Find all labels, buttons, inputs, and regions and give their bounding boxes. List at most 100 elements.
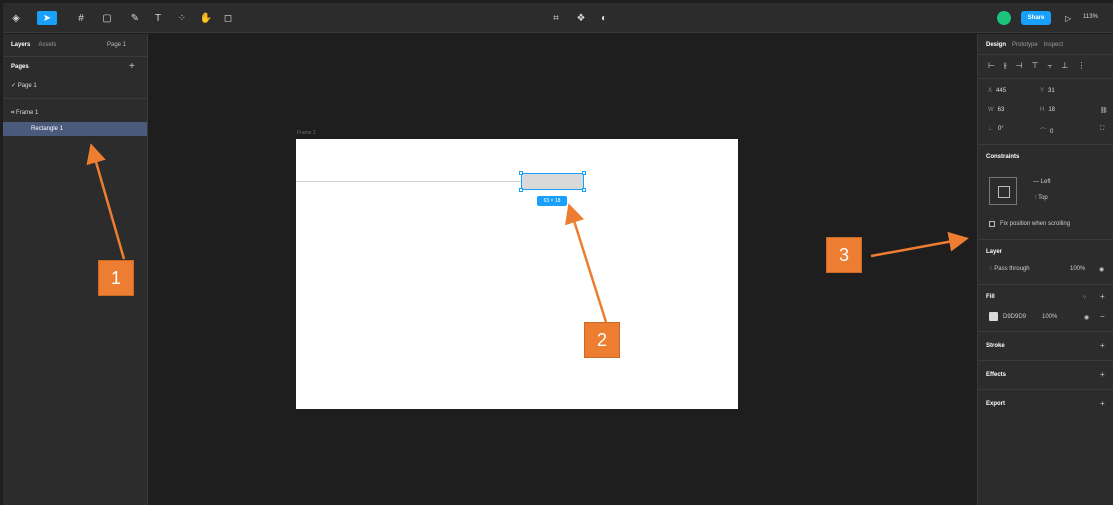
fill-opacity[interactable]: 100%: [1042, 314, 1057, 320]
move-tool-icon[interactable]: ➤: [37, 11, 57, 25]
blend-mode-select[interactable]: ◌ Pass through: [989, 266, 1030, 272]
divider: [978, 54, 1113, 55]
align-middle-icon[interactable]: ⫟: [1048, 61, 1053, 71]
align-left-icon[interactable]: ⊢: [988, 61, 995, 71]
rotation-value: 0°: [997, 126, 1004, 132]
align-center-h-icon[interactable]: ⫲: [1004, 61, 1007, 71]
w-field[interactable]: W 63: [988, 107, 1004, 113]
h-field[interactable]: H 18: [1040, 107, 1055, 113]
effects-title: Effects: [986, 372, 1007, 378]
right-panel-tabs: Design Prototype Inspect: [986, 42, 1063, 48]
align-controls: ⊢ ⫲ ⊣ ⊤ ⫟ ⊥ ⋮: [988, 61, 1085, 71]
fill-swatch[interactable]: [989, 312, 998, 321]
export-title: Export: [986, 401, 1006, 407]
layer-frame-label: Frame 1: [16, 110, 39, 116]
selected-rectangle[interactable]: [521, 173, 584, 190]
divider: [978, 239, 1113, 240]
comment-icon[interactable]: ◻: [221, 11, 235, 25]
resize-handle[interactable]: [519, 171, 523, 175]
tab-design[interactable]: Design: [986, 42, 1006, 48]
size-badge: 63 × 18: [537, 196, 567, 206]
callout-3: 3: [826, 237, 862, 273]
zoom-level[interactable]: 113%: [1083, 14, 1098, 20]
h-value: 18: [1048, 107, 1056, 113]
resize-handle[interactable]: [582, 188, 586, 192]
divider: [978, 284, 1113, 285]
stroke-title: Stroke: [986, 343, 1005, 349]
resize-handle[interactable]: [519, 188, 523, 192]
present-play-icon[interactable]: ▷: [1065, 14, 1071, 23]
layer-frame-1[interactable]: ⌗ Frame 1: [11, 110, 38, 117]
fill-visibility-icon[interactable]: ◉: [1084, 314, 1089, 321]
radius-icon: ⌒: [1040, 129, 1047, 135]
component-icon[interactable]: ❖: [574, 11, 588, 25]
divider: [3, 98, 148, 99]
fix-position-checkbox[interactable]: [989, 221, 995, 227]
add-page-button[interactable]: +: [129, 61, 135, 72]
main-menu-icon[interactable]: ◈: [9, 11, 23, 25]
fix-position-label: Fix position when scrolling: [1000, 221, 1071, 227]
add-effect-button[interactable]: +: [1100, 370, 1105, 379]
frame-label[interactable]: Frame 1: [297, 130, 316, 136]
top-toolbar: ◈ ➤ # ▢ ✎ T ⁘ ✋ ◻ ⌗ ❖ ◐ Share ▷ 113%: [3, 3, 1113, 33]
add-export-button[interactable]: +: [1100, 399, 1105, 408]
fill-title: Fill: [986, 294, 995, 300]
share-button[interactable]: Share: [1021, 11, 1051, 25]
constraints-inner: [998, 186, 1010, 198]
layer-opacity[interactable]: 100%: [1070, 266, 1085, 272]
constraint-top-label: Top: [1038, 195, 1048, 201]
x-field[interactable]: X 445: [988, 88, 1006, 94]
add-fill-button[interactable]: +: [1100, 292, 1105, 301]
pen-tool-icon[interactable]: ✎: [125, 11, 145, 25]
y-field[interactable]: Y 31: [1040, 88, 1055, 94]
independent-corners-icon[interactable]: ⛶: [1100, 126, 1104, 133]
align-bottom-icon[interactable]: ⊥: [1061, 61, 1068, 71]
remove-fill-icon[interactable]: −: [1100, 312, 1105, 321]
w-label: W: [988, 107, 994, 113]
layer-rectangle-1[interactable]: Rectangle 1: [3, 122, 147, 136]
divider: [978, 144, 1113, 145]
y-value: 31: [1048, 88, 1055, 94]
x-label: X: [988, 88, 993, 94]
frame-tool-icon[interactable]: #: [71, 11, 91, 25]
align-right-icon[interactable]: ⊣: [1016, 61, 1023, 71]
resources-icon[interactable]: ⁘: [175, 11, 189, 25]
tab-layers[interactable]: Layers: [11, 42, 30, 48]
user-avatar[interactable]: [997, 11, 1011, 25]
resize-handle[interactable]: [582, 171, 586, 175]
guide-line: [296, 181, 521, 182]
layer-rect-label: Rectangle 1: [31, 126, 64, 132]
align-top-icon[interactable]: ⊤: [1032, 61, 1039, 71]
fill-styles-icon[interactable]: ⁘: [1082, 294, 1087, 301]
constrain-proportions-icon[interactable]: ⛓: [1100, 107, 1108, 114]
divider: [3, 56, 148, 57]
radius-field[interactable]: ⌒ 0: [1040, 126, 1053, 135]
page-switcher[interactable]: Page 1: [107, 42, 126, 48]
crop-icon[interactable]: ⌗: [549, 11, 563, 25]
divider: [978, 389, 1113, 390]
tab-prototype[interactable]: Prototype: [1012, 42, 1038, 48]
shape-tool-icon[interactable]: ▢: [97, 11, 117, 25]
fill-hex[interactable]: D9D9D9: [1003, 314, 1026, 320]
tab-assets[interactable]: Assets: [38, 42, 56, 48]
frame-1[interactable]: [296, 139, 738, 409]
contrast-icon[interactable]: ◐: [597, 11, 611, 25]
divider: [978, 360, 1113, 361]
constraint-vertical[interactable]: ⫶ Top: [1035, 195, 1048, 202]
divider: [978, 331, 1113, 332]
page-item[interactable]: ✓ Page 1: [11, 82, 37, 89]
visibility-icon[interactable]: ◉: [1099, 266, 1104, 273]
hand-tool-icon[interactable]: ✋: [199, 11, 213, 25]
rotation-icon: ∟: [988, 126, 994, 132]
text-tool-icon[interactable]: T: [151, 11, 165, 25]
constraints-title: Constraints: [986, 154, 1020, 160]
rotation-field[interactable]: ∟ 0°: [988, 126, 1004, 132]
add-stroke-button[interactable]: +: [1100, 341, 1105, 350]
constraint-horizontal[interactable]: — Left: [1033, 179, 1051, 185]
distribute-icon[interactable]: ⋮: [1077, 61, 1085, 71]
h-label: H: [1040, 107, 1045, 113]
blend-mode-value: Pass through: [994, 266, 1030, 272]
constraints-widget[interactable]: [989, 177, 1017, 205]
w-value: 63: [997, 107, 1005, 113]
tab-inspect[interactable]: Inspect: [1044, 42, 1063, 48]
